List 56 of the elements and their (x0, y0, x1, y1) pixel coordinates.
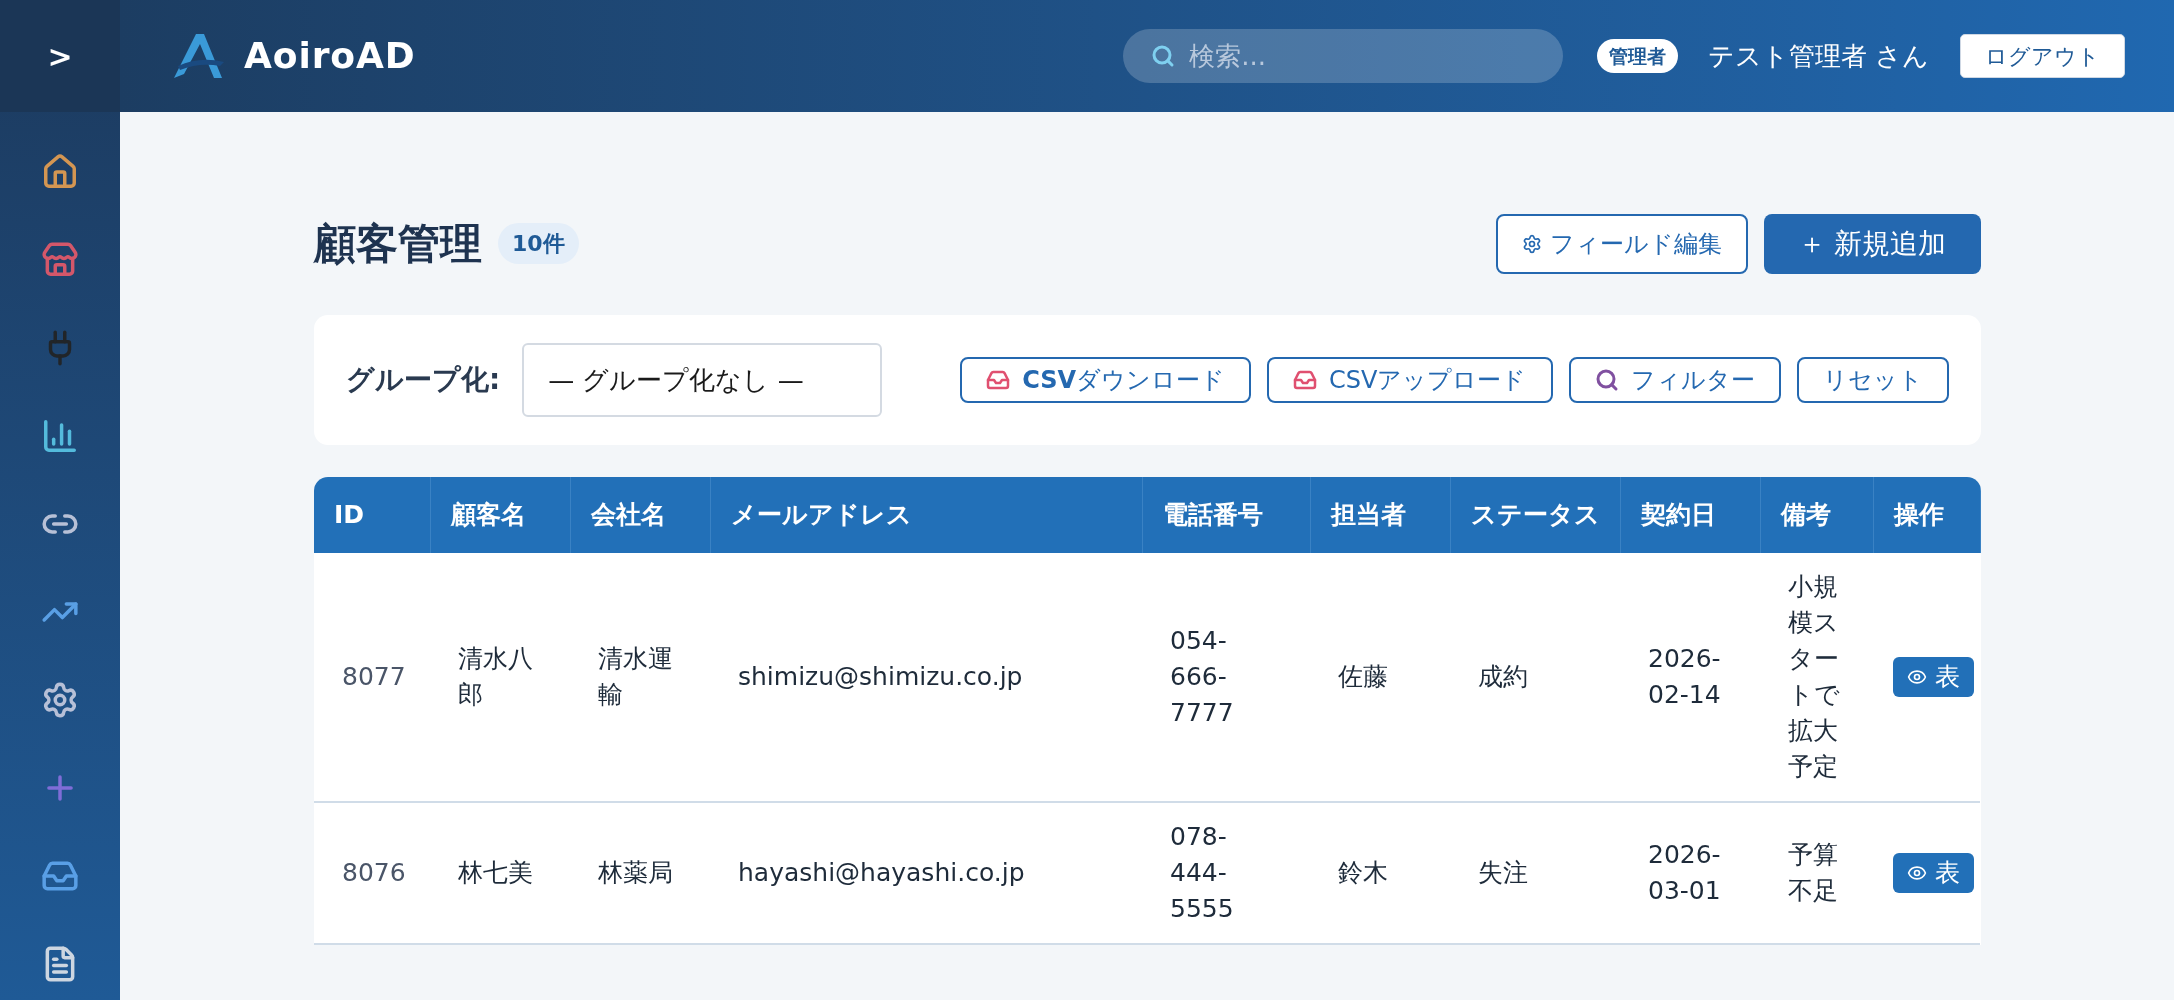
toolbar-button[interactable]: リセット (1796, 357, 1949, 403)
table-cell: 054-666-7777 (1142, 553, 1310, 802)
logo-text: AoiroAD (244, 34, 416, 78)
toolbar-button[interactable]: CSVダウンロード (960, 357, 1252, 403)
table-cell: 成約 (1450, 553, 1620, 802)
table-cell: 8077 (314, 553, 430, 802)
table-cell: 清水八郎 (430, 553, 570, 802)
add-new-button[interactable]: ＋ 新規追加 (1763, 213, 1981, 274)
search-icon (1594, 368, 1619, 392)
settings-icon (41, 681, 79, 719)
table-cell: 林七美 (430, 802, 570, 944)
column-header: 会社名 (570, 477, 710, 553)
column-header: 顧客名 (430, 477, 570, 553)
table-cell: 小規模スタートで拡大予定 (1760, 553, 1873, 802)
eye-icon (1907, 863, 1927, 883)
column-header: 電話番号 (1142, 477, 1310, 553)
table-cell: 清水運輸 (570, 553, 710, 802)
column-header: ステータス (1450, 477, 1620, 553)
column-header: メールアドレス (710, 477, 1142, 553)
column-header: 操作 (1873, 477, 1980, 553)
table-cell: 鈴木 (1310, 802, 1450, 944)
upload-tray-icon (1293, 368, 1318, 392)
logout-button[interactable]: ログアウト (1959, 34, 2125, 78)
column-header: ID (314, 477, 430, 553)
search-icon (1151, 44, 1176, 68)
table-cell: 失注 (1450, 802, 1620, 944)
column-header: 備考 (1760, 477, 1873, 553)
page-title: 顧客管理 (314, 218, 482, 270)
table-cell: 佐藤 (1310, 553, 1450, 802)
column-header: 担当者 (1310, 477, 1450, 553)
table-cell: 2026-03-01 (1620, 802, 1760, 944)
toolbar-button[interactable]: CSVアップロード (1267, 357, 1553, 403)
role-badge: 管理者 (1597, 38, 1679, 74)
sidebar-toggle[interactable]: > (0, 0, 120, 112)
house-icon (41, 153, 79, 191)
download-tray-icon (986, 368, 1011, 392)
settings-icon (1521, 233, 1542, 254)
view-button[interactable]: 表 (1893, 657, 1974, 697)
field-edit-button[interactable]: フィールド編集 (1495, 213, 1748, 274)
bar-chart-icon (41, 417, 79, 455)
table-cell: 2026-02-14 (1620, 553, 1760, 802)
eye-icon (1907, 667, 1927, 687)
count-badge: 10件 (498, 223, 579, 264)
group-select[interactable]: — グループ化なし — (522, 343, 883, 417)
user-name: テスト管理者 さん (1708, 39, 1930, 73)
table-cell: 予算不足 (1760, 802, 1873, 944)
table-cell: hayashi@hayashi.co.jp (710, 802, 1142, 944)
storefront-icon (41, 241, 79, 279)
table-cell: shimizu@shimizu.co.jp (710, 553, 1142, 802)
column-header: 契約日 (1620, 477, 1760, 553)
table-cell: 8076 (314, 802, 430, 944)
table-cell: 林薬局 (570, 802, 710, 944)
table-cell: 078-444-5555 (1142, 802, 1310, 944)
view-button[interactable]: 表 (1893, 853, 1974, 893)
toolbar-button[interactable]: フィルター (1568, 357, 1781, 403)
group-label: グループ化: (346, 362, 501, 398)
